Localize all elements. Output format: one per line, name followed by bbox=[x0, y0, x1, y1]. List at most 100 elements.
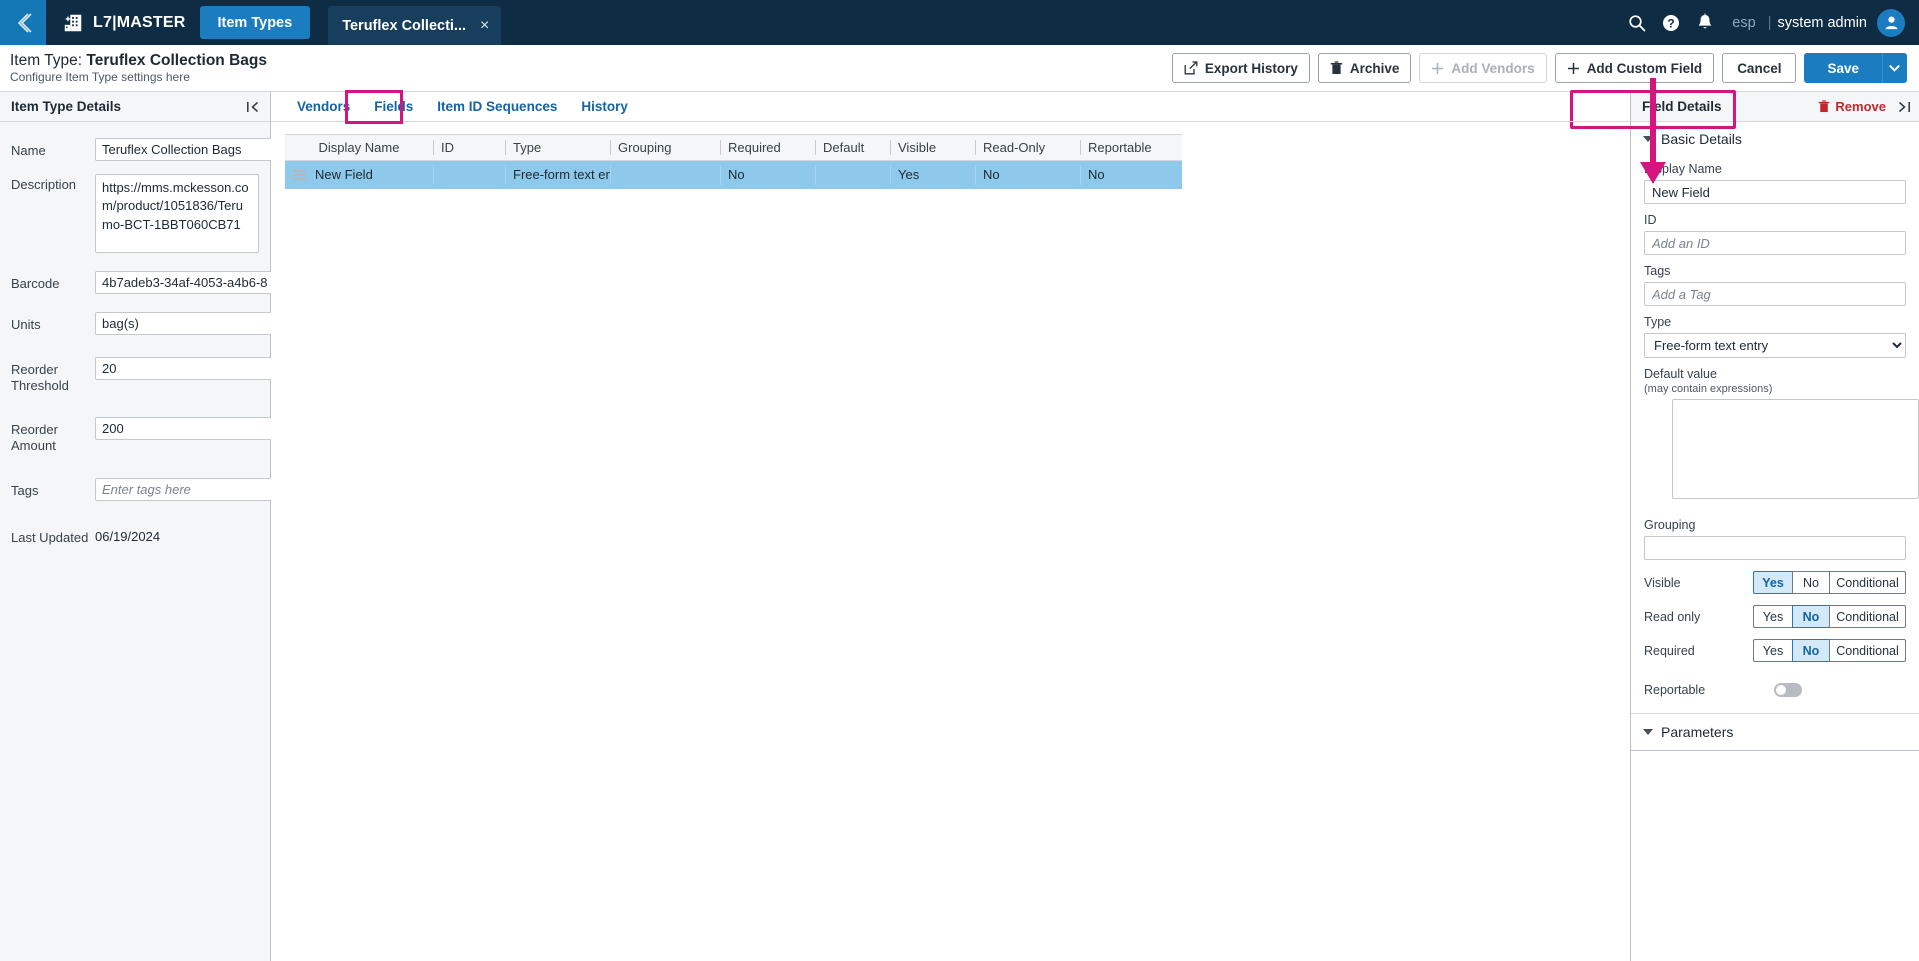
user-name-label: system admin bbox=[1777, 14, 1867, 31]
search-icon bbox=[1629, 14, 1646, 31]
save-button[interactable]: Save bbox=[1804, 53, 1882, 83]
table-row[interactable]: New Field Free-form text entry No Yes No… bbox=[285, 160, 1182, 189]
notification-bell-icon bbox=[1698, 13, 1712, 29]
column-header-default[interactable]: Default bbox=[815, 134, 890, 161]
column-header-read-only[interactable]: Read-Only bbox=[975, 134, 1080, 161]
units-input[interactable] bbox=[95, 312, 285, 335]
basic-details-section-header[interactable]: Basic Details bbox=[1631, 122, 1919, 153]
name-input[interactable] bbox=[95, 138, 285, 161]
visible-option-no[interactable]: No bbox=[1792, 571, 1829, 594]
column-header-visible[interactable]: Visible bbox=[890, 134, 975, 161]
tags-input[interactable] bbox=[95, 478, 285, 501]
id-input[interactable] bbox=[1644, 231, 1906, 255]
drag-handle-icon[interactable] bbox=[293, 169, 306, 180]
tag-input[interactable] bbox=[1644, 282, 1906, 306]
required-option-conditional[interactable]: Conditional bbox=[1829, 639, 1906, 662]
search-button[interactable] bbox=[1620, 0, 1654, 45]
reorder-threshold-input[interactable] bbox=[95, 357, 285, 380]
last-updated-value: 06/19/2024 bbox=[95, 529, 161, 544]
type-select[interactable]: Free-form text entry bbox=[1644, 333, 1906, 358]
default-value-textarea[interactable] bbox=[1672, 399, 1919, 499]
center-panel: Vendors Fields Item ID Sequences History… bbox=[271, 90, 1630, 961]
column-header-id[interactable]: ID bbox=[433, 134, 505, 161]
main-content: Item Type Details Name Description Barco… bbox=[0, 90, 1919, 961]
required-option-yes[interactable]: Yes bbox=[1753, 639, 1792, 662]
column-header-reportable[interactable]: Reportable bbox=[1080, 134, 1182, 161]
column-header-display-name[interactable]: Display Name bbox=[285, 134, 433, 161]
field-reorder-amount-row: Reorder Amount bbox=[11, 416, 285, 455]
open-document-tab[interactable]: Teruflex Collecti... × bbox=[328, 6, 502, 45]
visible-option-yes[interactable]: Yes bbox=[1753, 571, 1792, 594]
add-custom-field-label: Add Custom Field bbox=[1586, 60, 1703, 76]
cell-reportable: No bbox=[1080, 160, 1182, 189]
nav-item-types[interactable]: Item Types bbox=[199, 6, 311, 39]
remove-field-label: Remove bbox=[1835, 99, 1886, 114]
column-header-type[interactable]: Type bbox=[505, 134, 610, 161]
visible-option-conditional[interactable]: Conditional bbox=[1829, 571, 1906, 594]
archive-label: Archive bbox=[1349, 60, 1400, 76]
column-header-required[interactable]: Required bbox=[720, 134, 815, 161]
cell-required: No bbox=[720, 160, 815, 189]
top-bar-right-actions: ? esp | system admin bbox=[1620, 0, 1919, 45]
reportable-toggle[interactable] bbox=[1774, 683, 1802, 697]
read-only-row: Read only Yes No Conditional bbox=[1644, 605, 1906, 628]
display-name-input[interactable] bbox=[1644, 180, 1906, 204]
add-vendors-button[interactable]: Add Vendors bbox=[1419, 53, 1547, 83]
tab-item-id-sequences[interactable]: Item ID Sequences bbox=[425, 92, 569, 122]
cell-visible: Yes bbox=[890, 160, 975, 189]
barcode-input[interactable] bbox=[95, 271, 285, 294]
read-only-option-yes[interactable]: Yes bbox=[1753, 605, 1792, 628]
export-history-button[interactable]: Export History bbox=[1171, 53, 1310, 83]
collapse-left-panel-button[interactable] bbox=[246, 100, 261, 114]
remove-field-button[interactable]: Remove bbox=[1818, 99, 1886, 114]
read-only-segmented-control: Yes No Conditional bbox=[1753, 605, 1906, 628]
column-header-grouping[interactable]: Grouping bbox=[610, 134, 720, 161]
field-last-updated-label: Last Updated bbox=[11, 530, 89, 545]
required-option-no[interactable]: No bbox=[1792, 639, 1829, 662]
building-icon bbox=[64, 14, 82, 31]
locale-switcher[interactable]: esp bbox=[1732, 15, 1755, 31]
page-title: Item Type: Teruflex Collection Bags bbox=[10, 51, 267, 70]
reorder-amount-input[interactable] bbox=[95, 416, 285, 440]
grouping-input[interactable] bbox=[1644, 536, 1906, 560]
fields-grid: Display Name ID Type Grouping Required D… bbox=[285, 134, 1182, 189]
field-name-row: Name bbox=[11, 138, 285, 161]
brand-label: L7|MASTER bbox=[93, 13, 186, 31]
item-type-details-header: Item Type Details bbox=[0, 92, 270, 122]
export-history-label: Export History bbox=[1204, 60, 1298, 76]
display-name-label: Display Name bbox=[1644, 162, 1722, 176]
read-only-option-no[interactable]: No bbox=[1792, 605, 1829, 628]
field-barcode-label: Barcode bbox=[11, 276, 60, 291]
required-label: Required bbox=[1644, 643, 1695, 658]
parameters-section-header[interactable]: Parameters bbox=[1631, 714, 1919, 750]
close-icon[interactable]: × bbox=[480, 17, 489, 34]
field-description-row: Description bbox=[11, 174, 259, 253]
cell-type: Free-form text entry bbox=[505, 160, 610, 189]
divider bbox=[1631, 750, 1919, 751]
open-document-tab-label: Teruflex Collecti... bbox=[342, 17, 467, 34]
trash-icon bbox=[1330, 61, 1343, 74]
plus-icon bbox=[1432, 62, 1444, 74]
back-button[interactable] bbox=[0, 0, 46, 45]
archive-button[interactable]: Archive bbox=[1317, 53, 1412, 83]
collapse-right-panel-button[interactable] bbox=[1896, 100, 1911, 114]
field-name-label: Name bbox=[11, 143, 46, 158]
field-tags-row: Tags bbox=[11, 478, 285, 501]
help-button[interactable]: ? bbox=[1654, 0, 1688, 45]
add-custom-field-button[interactable]: Add Custom Field bbox=[1554, 53, 1715, 83]
description-textarea[interactable] bbox=[95, 174, 259, 253]
caret-down-icon bbox=[1643, 729, 1653, 735]
cancel-button[interactable]: Cancel bbox=[1722, 53, 1797, 83]
type-label: Type bbox=[1644, 315, 1672, 329]
save-dropdown-button[interactable] bbox=[1882, 53, 1907, 83]
cell-default bbox=[815, 160, 890, 189]
tab-vendors[interactable]: Vendors bbox=[285, 92, 362, 122]
tab-history[interactable]: History bbox=[569, 92, 640, 122]
notifications-button[interactable] bbox=[1688, 0, 1722, 45]
avatar[interactable] bbox=[1877, 8, 1905, 37]
external-link-icon bbox=[1184, 61, 1198, 75]
field-reorder-threshold-row: Reorder Threshold bbox=[11, 357, 285, 395]
read-only-option-conditional[interactable]: Conditional bbox=[1829, 605, 1906, 628]
tab-fields[interactable]: Fields bbox=[362, 92, 425, 122]
field-barcode-row: Barcode bbox=[11, 271, 285, 294]
